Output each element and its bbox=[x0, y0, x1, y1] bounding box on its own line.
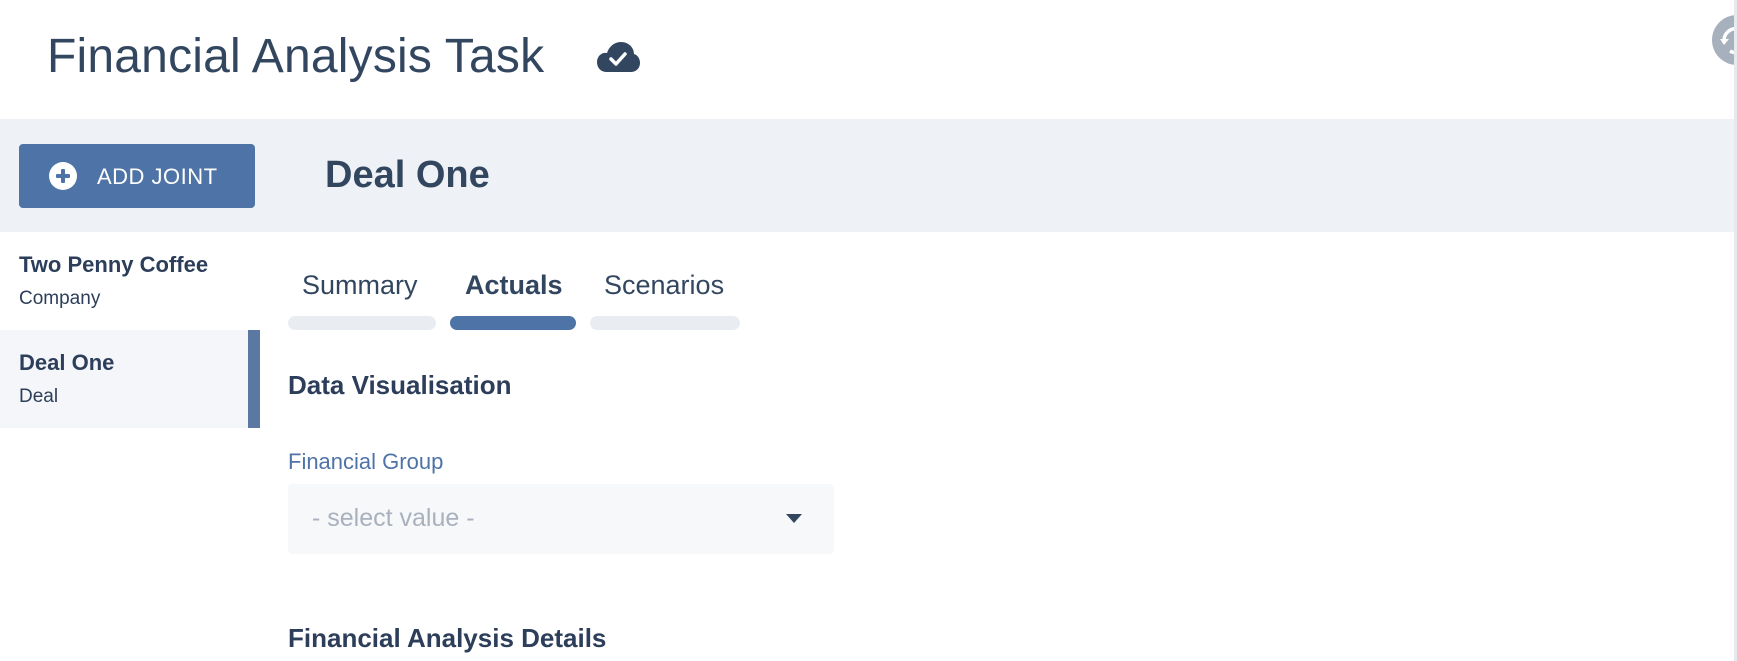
sidebar-item-type: Company bbox=[19, 288, 101, 309]
add-joint-label: ADD JOINT bbox=[97, 164, 218, 189]
deal-title: Deal One bbox=[325, 154, 490, 196]
tab-label: Scenarios bbox=[604, 270, 725, 300]
tab-indicator bbox=[450, 316, 576, 330]
plus-circle-icon bbox=[49, 162, 77, 190]
tab-label: Actuals bbox=[465, 270, 563, 300]
financial-analysis-details-heading: Financial Analysis Details bbox=[288, 623, 607, 653]
data-visualisation-heading: Data Visualisation bbox=[288, 370, 512, 400]
tab-summary[interactable]: Summary bbox=[288, 268, 436, 332]
app-page: Financial Analysis Task ADD JOINT Deal O… bbox=[0, 0, 1737, 661]
sidebar-item-name: Two Penny Coffee bbox=[19, 252, 209, 277]
sidebar-item-deal-one[interactable]: Deal One Deal bbox=[0, 330, 260, 428]
financial-group-label: Financial Group bbox=[288, 449, 444, 474]
caret-down-icon bbox=[786, 514, 802, 523]
tab-indicator bbox=[590, 316, 740, 330]
sidebar-item-name: Deal One bbox=[19, 350, 115, 375]
tab-indicator bbox=[288, 316, 436, 330]
tab-scenarios[interactable]: Scenarios bbox=[590, 268, 740, 332]
select-placeholder: - select value - bbox=[312, 504, 475, 532]
sidebar-item-two-penny-coffee[interactable]: Two Penny Coffee Company bbox=[0, 232, 260, 330]
tab-actuals[interactable]: Actuals bbox=[450, 268, 576, 332]
page-title: Financial Analysis Task bbox=[47, 30, 545, 83]
tab-label: Summary bbox=[302, 270, 418, 300]
add-joint-button[interactable]: ADD JOINT bbox=[19, 144, 255, 208]
sidebar-item-type: Deal bbox=[19, 386, 59, 407]
context-band: ADD JOINT Deal One bbox=[0, 119, 1734, 232]
page-header: Financial Analysis Task bbox=[0, 0, 1737, 119]
financial-group-select[interactable]: - select value - bbox=[288, 484, 834, 554]
cloud-check-icon bbox=[596, 40, 640, 74]
sidebar: Two Penny Coffee Company Deal One Deal bbox=[0, 232, 260, 428]
